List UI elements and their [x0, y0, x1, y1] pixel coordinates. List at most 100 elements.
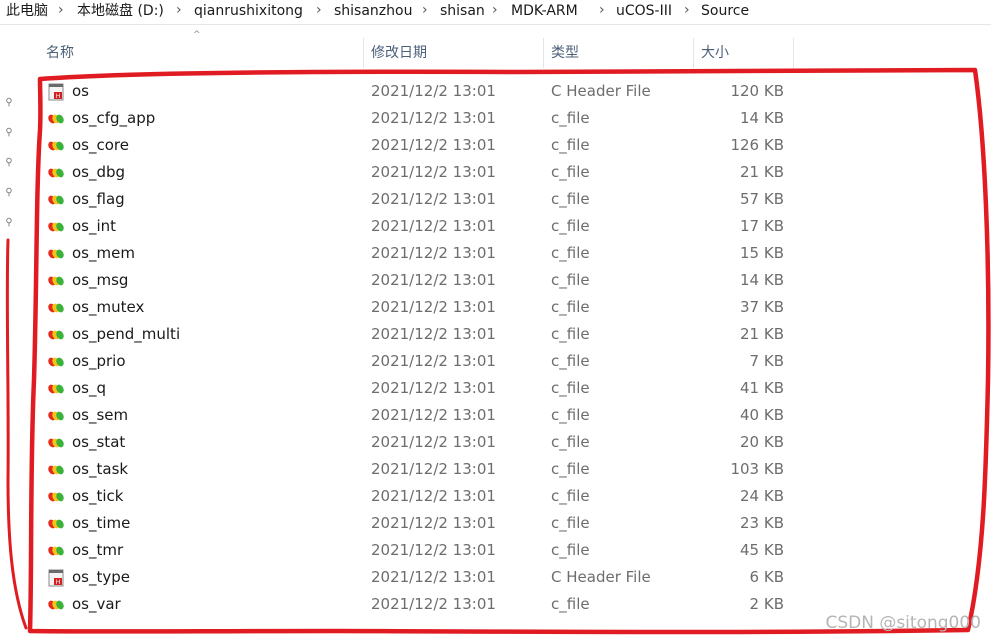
chevron-right-icon[interactable]: ›	[422, 0, 428, 21]
column-divider[interactable]	[363, 38, 364, 68]
file-row[interactable]: os_pend_multi 2021/12/2 13:01 c_file 21 KB	[40, 321, 800, 348]
c-file-icon	[48, 357, 64, 367]
file-type: c_file	[551, 352, 590, 370]
breadcrumb-drive-d[interactable]: 本地磁盘 (D:)	[77, 0, 164, 22]
c-file-icon	[48, 141, 64, 151]
pin-icon[interactable]: ⚲	[3, 97, 15, 109]
chevron-right-icon[interactable]: ›	[599, 0, 605, 21]
file-row[interactable]: os_mem 2021/12/2 13:01 c_file 15 KB	[40, 240, 800, 267]
file-size: 14 KB	[740, 271, 784, 289]
file-row[interactable]: Hos_type 2021/12/2 13:01 C Header File 6 KB	[40, 564, 800, 591]
file-size: 15 KB	[740, 244, 784, 262]
file-date-modified: 2021/12/2 13:01	[371, 82, 496, 100]
file-row[interactable]: os_q 2021/12/2 13:01 c_file 41 KB	[40, 375, 800, 402]
h-file-icon: H	[48, 83, 64, 101]
file-size: 17 KB	[740, 217, 784, 235]
file-row[interactable]: os_tick 2021/12/2 13:01 c_file 24 KB	[40, 483, 800, 510]
pin-icon[interactable]: ⚲	[3, 217, 15, 229]
file-date-modified: 2021/12/2 13:01	[371, 217, 496, 235]
c-file-icon	[48, 438, 64, 448]
file-row[interactable]: os_var 2021/12/2 13:01 c_file 2 KB	[40, 591, 800, 618]
chevron-right-icon[interactable]: ›	[176, 0, 182, 21]
file-type: c_file	[551, 190, 590, 208]
column-type[interactable]: 类型	[545, 38, 693, 68]
file-row[interactable]: os_core 2021/12/2 13:01 c_file 126 KB	[40, 132, 800, 159]
file-row[interactable]: os_cfg_app 2021/12/2 13:01 c_file 14 KB	[40, 105, 800, 132]
file-row[interactable]: os_int 2021/12/2 13:01 c_file 17 KB	[40, 213, 800, 240]
file-type: c_file	[551, 406, 590, 424]
file-row[interactable]: os_flag 2021/12/2 13:01 c_file 57 KB	[40, 186, 800, 213]
file-name: os_type	[72, 568, 131, 586]
file-size: 57 KB	[740, 190, 784, 208]
file-name: os_var	[72, 595, 121, 613]
file-size: 21 KB	[740, 163, 784, 181]
c-file-icon	[48, 249, 64, 259]
file-type: c_file	[551, 595, 590, 613]
file-name: os_pend_multi	[72, 325, 181, 343]
pin-icon[interactable]: ⚲	[3, 187, 15, 199]
c-file-icon	[48, 168, 64, 178]
file-date-modified: 2021/12/2 13:01	[371, 244, 496, 262]
file-date-modified: 2021/12/2 13:01	[371, 109, 496, 127]
file-row[interactable]: os_mutex 2021/12/2 13:01 c_file 37 KB	[40, 294, 800, 321]
column-size[interactable]: 大小	[695, 38, 793, 68]
watermark: CSDN @sitong000	[825, 613, 981, 633]
file-name: os_dbg	[72, 163, 126, 181]
file-row[interactable]: os_prio 2021/12/2 13:01 c_file 7 KB	[40, 348, 800, 375]
file-name: os_time	[72, 514, 131, 532]
file-name: os_stat	[72, 433, 126, 451]
pin-icon[interactable]: ⚲	[3, 157, 15, 169]
file-name: os_q	[72, 379, 107, 397]
file-date-modified: 2021/12/2 13:01	[371, 541, 496, 559]
breadcrumb-mdk-arm[interactable]: MDK-ARM	[511, 0, 578, 22]
column-divider[interactable]	[693, 38, 694, 68]
file-row[interactable]: os_stat 2021/12/2 13:01 c_file 20 KB	[40, 429, 800, 456]
file-date-modified: 2021/12/2 13:01	[371, 190, 496, 208]
breadcrumb-source[interactable]: Source	[701, 0, 749, 22]
breadcrumb-ucos-iii[interactable]: uCOS-III	[616, 0, 672, 22]
file-name: os_msg	[72, 271, 129, 289]
file-row[interactable]: os_time 2021/12/2 13:01 c_file 23 KB	[40, 510, 800, 537]
file-row[interactable]: os_sem 2021/12/2 13:01 c_file 40 KB	[40, 402, 800, 429]
file-row[interactable]: os_msg 2021/12/2 13:01 c_file 14 KB	[40, 267, 800, 294]
breadcrumb-qianrushixitong[interactable]: qianrushixitong	[194, 0, 303, 22]
file-name: os_task	[72, 460, 129, 478]
file-size: 126 KB	[730, 136, 784, 154]
sort-ascending-icon: ^	[193, 30, 201, 40]
c-file-icon	[48, 222, 64, 232]
chevron-right-icon[interactable]: ›	[58, 0, 64, 21]
c-file-icon	[48, 600, 64, 610]
file-type: C Header File	[551, 82, 651, 100]
file-date-modified: 2021/12/2 13:01	[371, 325, 496, 343]
column-name[interactable]: 名称	[40, 38, 362, 68]
breadcrumb-this-pc[interactable]: 此电脑	[6, 0, 48, 22]
file-row[interactable]: os_tmr 2021/12/2 13:01 c_file 45 KB	[40, 537, 800, 564]
file-type: c_file	[551, 163, 590, 181]
breadcrumb: 此电脑 › 本地磁盘 (D:) › qianrushixitong › shis…	[0, 0, 991, 25]
file-size: 6 KB	[749, 568, 784, 586]
breadcrumb-shisan[interactable]: shisan	[440, 0, 485, 22]
file-date-modified: 2021/12/2 13:01	[371, 136, 496, 154]
breadcrumb-shisanzhou[interactable]: shisanzhou	[334, 0, 412, 22]
chevron-right-icon[interactable]: ›	[316, 0, 322, 21]
column-divider[interactable]	[793, 38, 794, 68]
column-date-modified[interactable]: 修改日期	[365, 38, 543, 68]
file-type: c_file	[551, 244, 590, 262]
file-size: 20 KB	[740, 433, 784, 451]
pin-icon[interactable]: ⚲	[3, 127, 15, 139]
column-divider[interactable]	[543, 38, 544, 68]
file-row[interactable]: Hos 2021/12/2 13:01 C Header File 120 KB	[40, 78, 800, 105]
file-type: c_file	[551, 217, 590, 235]
file-date-modified: 2021/12/2 13:01	[371, 298, 496, 316]
file-size: 40 KB	[740, 406, 784, 424]
file-date-modified: 2021/12/2 13:01	[371, 514, 496, 532]
file-row[interactable]: os_task 2021/12/2 13:01 c_file 103 KB	[40, 456, 800, 483]
chevron-right-icon[interactable]: ›	[684, 0, 690, 21]
file-name: os_flag	[72, 190, 125, 208]
chevron-right-icon[interactable]: ›	[492, 0, 498, 21]
file-row[interactable]: os_dbg 2021/12/2 13:01 c_file 21 KB	[40, 159, 800, 186]
file-name: os_mem	[72, 244, 135, 262]
file-size: 7 KB	[749, 352, 784, 370]
file-size: 45 KB	[740, 541, 784, 559]
file-name: os_mutex	[72, 298, 145, 316]
